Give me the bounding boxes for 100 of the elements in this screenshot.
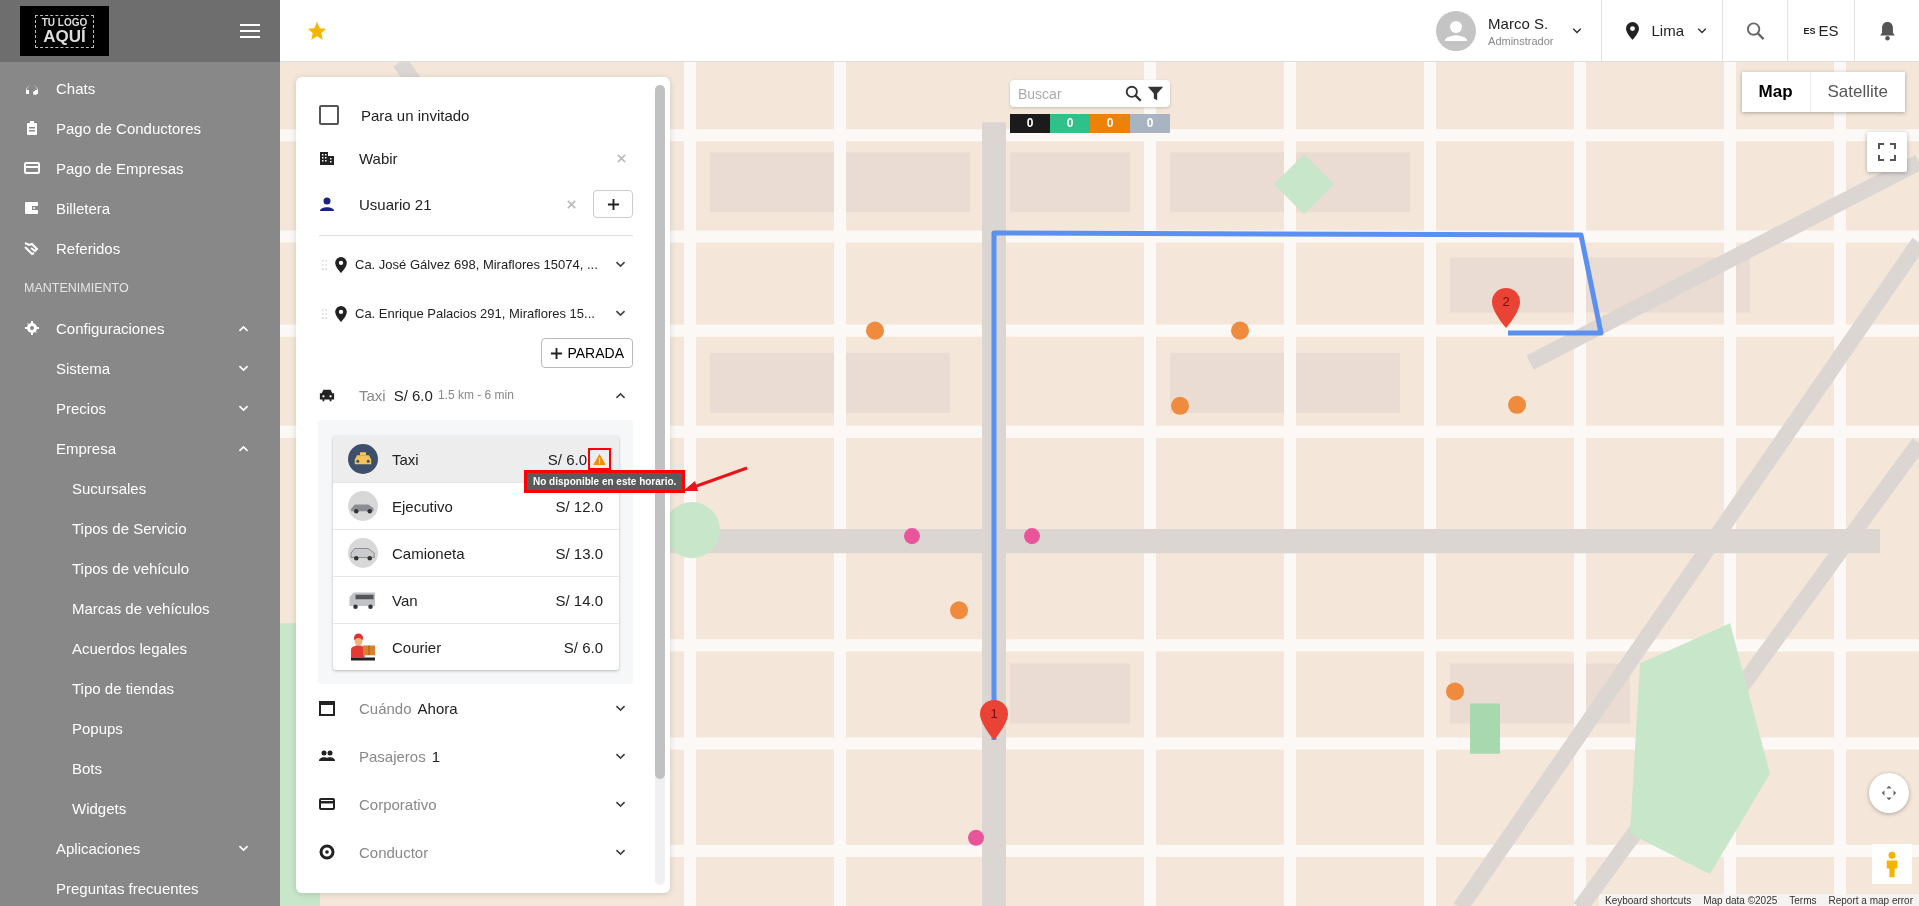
nav-item[interactable]: Marcas de vehículos bbox=[0, 588, 280, 628]
pin-icon bbox=[335, 305, 347, 322]
vehicle-name: Taxi bbox=[392, 450, 420, 468]
nav-item[interactable]: Empresa bbox=[0, 428, 280, 468]
service-distance: 1.5 km - 6 min bbox=[437, 388, 515, 402]
park bbox=[1274, 154, 1334, 215]
option-value: 1 bbox=[431, 747, 441, 765]
user-name: Marco S. bbox=[1488, 14, 1550, 32]
taxi-icon bbox=[348, 444, 378, 474]
status-count: 0 bbox=[1010, 114, 1050, 133]
add-stop-button[interactable]: PARADA bbox=[541, 338, 633, 368]
nav-item[interactable]: Tipos de Servicio bbox=[0, 508, 280, 548]
warning-icon[interactable] bbox=[593, 453, 606, 465]
city-selector[interactable]: Lima bbox=[1602, 0, 1723, 61]
option-label: Pasajeros bbox=[359, 747, 426, 765]
place-dot bbox=[1446, 682, 1464, 701]
fullscreen-button[interactable] bbox=[1867, 132, 1907, 172]
option-row[interactable]: Conductor bbox=[314, 828, 633, 876]
attribution-link[interactable]: Report a map error bbox=[1828, 894, 1913, 906]
card-icon bbox=[319, 796, 335, 812]
nav-item[interactable]: Sucursales bbox=[0, 468, 280, 508]
street-view-button[interactable] bbox=[1872, 844, 1912, 884]
person-icon bbox=[1885, 850, 1899, 878]
nav-item[interactable]: Pago de Empresas bbox=[0, 148, 280, 188]
attribution-link[interactable]: Terms bbox=[1789, 894, 1817, 906]
nav-item[interactable]: Configuraciones bbox=[0, 308, 280, 348]
option-label: Cuándo bbox=[359, 699, 412, 717]
user-role: Adminstrador bbox=[1488, 34, 1554, 47]
option-row[interactable]: Corporativo bbox=[314, 780, 633, 828]
building-icon bbox=[319, 150, 335, 166]
vehicle-option[interactable]: Van S/ 14.0 bbox=[333, 577, 619, 624]
plus-icon bbox=[606, 197, 620, 211]
nav-item[interactable]: Referidos bbox=[0, 228, 280, 268]
address-field[interactable]: Ca. Enrique Palacios 291, Miraflores 15... bbox=[355, 306, 614, 321]
park bbox=[1470, 703, 1500, 754]
language-selector[interactable]: ES ES bbox=[1788, 0, 1855, 61]
option-row[interactable]: Pasajeros 1 bbox=[314, 732, 633, 780]
attribution-text: Map data ©2025 bbox=[1703, 894, 1778, 906]
nav-item[interactable]: Sistema bbox=[0, 348, 280, 388]
search-icon[interactable] bbox=[1745, 20, 1765, 41]
map-type-tab[interactable]: Satellite bbox=[1809, 72, 1905, 112]
map-marker[interactable]: 1 bbox=[980, 700, 1008, 740]
menu-icon[interactable] bbox=[240, 23, 260, 39]
search-field[interactable]: Buscar bbox=[1016, 84, 1120, 103]
place-dot bbox=[1508, 395, 1526, 414]
people-icon bbox=[319, 748, 335, 764]
search-bar[interactable]: Buscar bbox=[1010, 80, 1170, 107]
steering-wheel-icon bbox=[319, 844, 335, 860]
section-label: MANTENIMIENTO bbox=[23, 280, 130, 297]
nav-item[interactable]: Preguntas frecuentes bbox=[0, 868, 280, 906]
attribution-link[interactable]: Keyboard shortcuts bbox=[1605, 894, 1692, 906]
user-menu[interactable]: Marco S. Adminstrador bbox=[1436, 0, 1603, 61]
company-field[interactable]: Wabir bbox=[359, 149, 610, 167]
nav-item[interactable]: Aplicaciones bbox=[0, 828, 280, 868]
courier-icon bbox=[348, 632, 378, 662]
city-name: Lima bbox=[1651, 22, 1684, 39]
service-header[interactable]: Taxi S/ 6.0 1.5 km - 6 min bbox=[314, 370, 633, 420]
place-dot bbox=[1024, 528, 1040, 545]
nav-item[interactable]: Chats bbox=[0, 68, 280, 108]
vehicle-name: Camioneta bbox=[392, 544, 466, 562]
gear-icon bbox=[24, 320, 40, 336]
add-button[interactable] bbox=[593, 190, 633, 218]
nav-item[interactable]: Tipos de vehículo bbox=[0, 548, 280, 588]
address-field[interactable]: Ca. José Gálvez 698, Miraflores 15074, ... bbox=[355, 257, 614, 272]
option-label: Conductor bbox=[359, 843, 429, 861]
drag-handle-icon[interactable] bbox=[322, 307, 327, 320]
option-value: Ahora bbox=[417, 699, 458, 717]
user-field[interactable]: Usuario 21 bbox=[359, 195, 560, 213]
close-icon[interactable] bbox=[566, 198, 577, 210]
checkbox[interactable] bbox=[319, 105, 339, 125]
vehicle-name: Courier bbox=[392, 638, 443, 656]
filter-icon[interactable] bbox=[1147, 85, 1164, 102]
checkbox-label: Para un invitado bbox=[361, 106, 470, 124]
nav-item[interactable]: Pago de Conductores bbox=[0, 108, 280, 148]
nav-item[interactable]: Bots bbox=[0, 748, 280, 788]
clipboard-icon bbox=[24, 120, 40, 136]
nav-item[interactable]: Widgets bbox=[0, 788, 280, 828]
nav-item[interactable]: Precios bbox=[0, 388, 280, 428]
nav-item[interactable]: Popups bbox=[0, 708, 280, 748]
vehicle-price: S/ 14.0 bbox=[555, 591, 603, 609]
vehicle-option[interactable]: Courier S/ 6.0 bbox=[333, 624, 619, 670]
bell-icon[interactable] bbox=[1877, 20, 1897, 41]
pin-icon bbox=[1626, 21, 1640, 40]
option-row[interactable]: Cuándo Ahora bbox=[314, 684, 633, 732]
service-price: S/ 6.0 bbox=[393, 386, 433, 404]
vehicle-price: S/ 6.0 bbox=[547, 450, 587, 468]
search-icon[interactable] bbox=[1125, 85, 1142, 102]
map-marker[interactable]: 2 bbox=[1492, 288, 1520, 328]
map-type-tab[interactable]: Map bbox=[1741, 72, 1810, 112]
car-icon bbox=[319, 387, 335, 403]
nav-item[interactable]: Billetera bbox=[0, 188, 280, 228]
nav-item[interactable]: Acuerdos legales bbox=[0, 628, 280, 668]
wallet-icon bbox=[24, 200, 40, 216]
close-icon[interactable] bbox=[616, 152, 627, 164]
card-icon bbox=[24, 160, 40, 176]
avatar-icon bbox=[1436, 10, 1477, 51]
vehicle-price: S/ 12.0 bbox=[555, 497, 603, 515]
drag-handle-icon[interactable] bbox=[322, 258, 327, 271]
nav-item[interactable]: Tipo de tiendas bbox=[0, 668, 280, 708]
vehicle-option[interactable]: Camioneta S/ 13.0 bbox=[333, 530, 619, 577]
